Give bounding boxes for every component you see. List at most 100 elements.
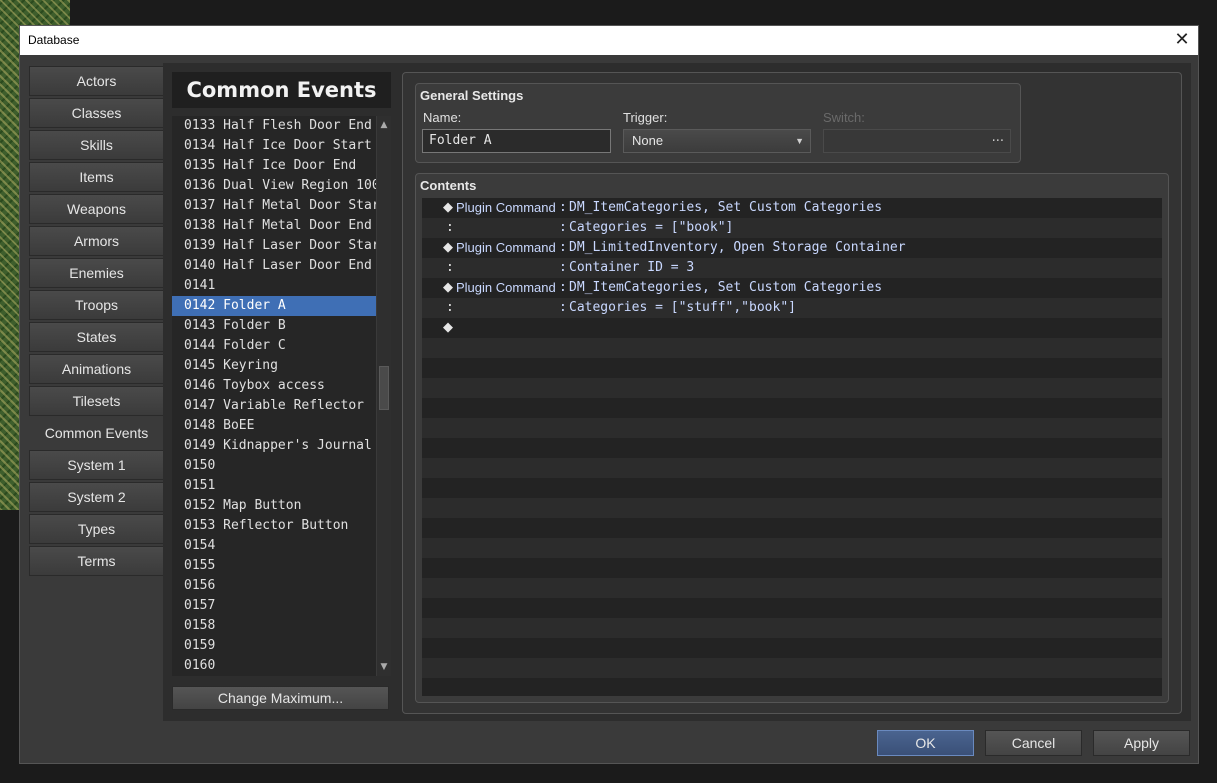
command-row[interactable]: :: Categories = ["stuff","book"] bbox=[422, 298, 1162, 318]
database-window: Database ✕ Actors Classes Skills Items Weapo… bbox=[19, 25, 1199, 764]
tab-common-events[interactable]: Common Events bbox=[29, 418, 164, 448]
continuation-colon: : bbox=[446, 260, 454, 275]
trigger-select[interactable]: None ▼ bbox=[623, 129, 811, 153]
command-colon: : bbox=[559, 300, 567, 315]
close-icon[interactable]: ✕ bbox=[1166, 26, 1198, 55]
list-item[interactable]: 0143 Folder B bbox=[172, 316, 376, 336]
tab-troops[interactable]: Troops bbox=[29, 290, 164, 320]
list-item[interactable]: 0152 Map Button bbox=[172, 496, 376, 516]
scroll-down-icon[interactable]: ▼ bbox=[377, 660, 391, 674]
list-item[interactable]: 0154 bbox=[172, 536, 376, 556]
list-item[interactable]: 0149 Kidnapper's Journal bbox=[172, 436, 376, 456]
command-row-blank[interactable] bbox=[422, 618, 1162, 638]
list-item[interactable]: 0134 Half Ice Door Start bbox=[172, 136, 376, 156]
ok-button[interactable]: OK bbox=[877, 730, 974, 756]
command-row[interactable]: :: Categories = ["book"] bbox=[422, 218, 1162, 238]
ellipsis-button[interactable]: ... bbox=[992, 127, 1004, 149]
list-item[interactable]: 0141 bbox=[172, 276, 376, 296]
command-row[interactable]: ◆ Plugin Command: DM_ItemCategories, Set C… bbox=[422, 278, 1162, 298]
tab-states[interactable]: States bbox=[29, 322, 164, 352]
common-events-list[interactable]: 0133 Half Flesh Door End 0134 Half Ice Do… bbox=[172, 116, 376, 676]
list-item[interactable]: 0157 bbox=[172, 596, 376, 616]
diamond-icon: ◆ bbox=[443, 320, 453, 335]
command-row[interactable]: ◆ Plugin Command: DM_ItemCategories, Set C… bbox=[422, 198, 1162, 218]
name-input[interactable]: Folder A bbox=[422, 129, 611, 153]
list-item[interactable]: 0160 bbox=[172, 656, 376, 676]
continuation-colon: : bbox=[446, 220, 454, 235]
list-item[interactable]: 0147 Variable Reflector bbox=[172, 396, 376, 416]
command-args: Categories = ["book"] bbox=[569, 220, 734, 235]
list-item[interactable]: 0138 Half Metal Door End bbox=[172, 216, 376, 236]
command-name: Plugin Command bbox=[456, 200, 556, 215]
command-row-blank[interactable] bbox=[422, 498, 1162, 518]
trigger-label: Trigger: bbox=[623, 110, 668, 125]
command-row-blank[interactable] bbox=[422, 658, 1162, 678]
change-maximum-button[interactable]: Change Maximum... bbox=[172, 686, 389, 710]
diamond-icon: ◆ bbox=[443, 240, 453, 255]
command-row-blank[interactable] bbox=[422, 518, 1162, 538]
list-item[interactable]: 0135 Half Ice Door End bbox=[172, 156, 376, 176]
command-row[interactable]: :: Container ID = 3 bbox=[422, 258, 1162, 278]
command-row-blank[interactable] bbox=[422, 338, 1162, 358]
tab-terms[interactable]: Terms bbox=[29, 546, 164, 576]
category-tabs: Actors Classes Skills Items Weapons Armors Ene… bbox=[29, 66, 164, 578]
tab-weapons[interactable]: Weapons bbox=[29, 194, 164, 224]
command-row-blank[interactable] bbox=[422, 538, 1162, 558]
command-row-blank[interactable] bbox=[422, 398, 1162, 418]
list-item[interactable]: 0148 BoEE bbox=[172, 416, 376, 436]
common-events-list-panel: Common Events 0133 Half Flesh Door End 01… bbox=[172, 72, 391, 718]
tab-animations[interactable]: Animations bbox=[29, 354, 164, 384]
command-row-blank[interactable] bbox=[422, 478, 1162, 498]
tab-items[interactable]: Items bbox=[29, 162, 164, 192]
tab-armors[interactable]: Armors bbox=[29, 226, 164, 256]
command-row-blank[interactable] bbox=[422, 558, 1162, 578]
switch-field[interactable]: ... bbox=[823, 129, 1011, 153]
command-row-blank[interactable] bbox=[422, 358, 1162, 378]
command-list[interactable]: ◆ Plugin Command: DM_ItemCategories, Set C… bbox=[422, 198, 1162, 696]
list-item[interactable]: 0159 bbox=[172, 636, 376, 656]
command-row-blank[interactable] bbox=[422, 638, 1162, 658]
list-item[interactable]: 0155 bbox=[172, 556, 376, 576]
scroll-thumb[interactable] bbox=[379, 366, 389, 410]
tab-enemies[interactable]: Enemies bbox=[29, 258, 164, 288]
tab-skills[interactable]: Skills bbox=[29, 130, 164, 160]
continuation-colon: : bbox=[446, 300, 454, 315]
command-row-blank[interactable] bbox=[422, 598, 1162, 618]
command-row-blank[interactable] bbox=[422, 678, 1162, 696]
list-item[interactable]: 0145 Keyring bbox=[172, 356, 376, 376]
tab-system-1[interactable]: System 1 bbox=[29, 450, 164, 480]
list-item[interactable]: 0142 Folder A bbox=[172, 296, 376, 316]
list-item[interactable]: 0136 Dual View Region 100 bbox=[172, 176, 376, 196]
command-row-blank[interactable] bbox=[422, 418, 1162, 438]
list-item[interactable]: 0158 bbox=[172, 616, 376, 636]
list-item[interactable]: 0150 bbox=[172, 456, 376, 476]
tab-tilesets[interactable]: Tilesets bbox=[29, 386, 164, 416]
apply-button[interactable]: Apply bbox=[1093, 730, 1190, 756]
list-scrollbar[interactable]: ▲ ▼ bbox=[376, 116, 391, 676]
list-item[interactable]: 0153 Reflector Button bbox=[172, 516, 376, 536]
list-item[interactable]: 0146 Toybox access bbox=[172, 376, 376, 396]
command-row-blank[interactable] bbox=[422, 578, 1162, 598]
tab-actors[interactable]: Actors bbox=[29, 66, 164, 96]
list-item[interactable]: 0151 bbox=[172, 476, 376, 496]
command-colon: : bbox=[559, 260, 567, 275]
command-row-blank[interactable] bbox=[422, 458, 1162, 478]
list-item[interactable]: 0137 Half Metal Door Start bbox=[172, 196, 376, 216]
scroll-up-icon[interactable]: ▲ bbox=[377, 118, 391, 132]
list-item[interactable]: 0156 bbox=[172, 576, 376, 596]
command-row[interactable]: ◆ bbox=[422, 318, 1162, 338]
tab-types[interactable]: Types bbox=[29, 514, 164, 544]
tab-system-2[interactable]: System 2 bbox=[29, 482, 164, 512]
command-row[interactable]: ◆ Plugin Command: DM_LimitedInventory, Ope… bbox=[422, 238, 1162, 258]
list-item[interactable]: 0144 Folder C bbox=[172, 336, 376, 356]
list-item[interactable]: 0133 Half Flesh Door End bbox=[172, 116, 376, 136]
window-title: Database bbox=[28, 33, 80, 47]
command-row-blank[interactable] bbox=[422, 438, 1162, 458]
command-row-blank[interactable] bbox=[422, 378, 1162, 398]
list-item[interactable]: 0139 Half Laser Door Start bbox=[172, 236, 376, 256]
tab-classes[interactable]: Classes bbox=[29, 98, 164, 128]
command-name: Plugin Command bbox=[456, 280, 556, 295]
general-settings-title: General Settings bbox=[420, 88, 524, 103]
cancel-button[interactable]: Cancel bbox=[985, 730, 1082, 756]
list-item[interactable]: 0140 Half Laser Door End bbox=[172, 256, 376, 276]
